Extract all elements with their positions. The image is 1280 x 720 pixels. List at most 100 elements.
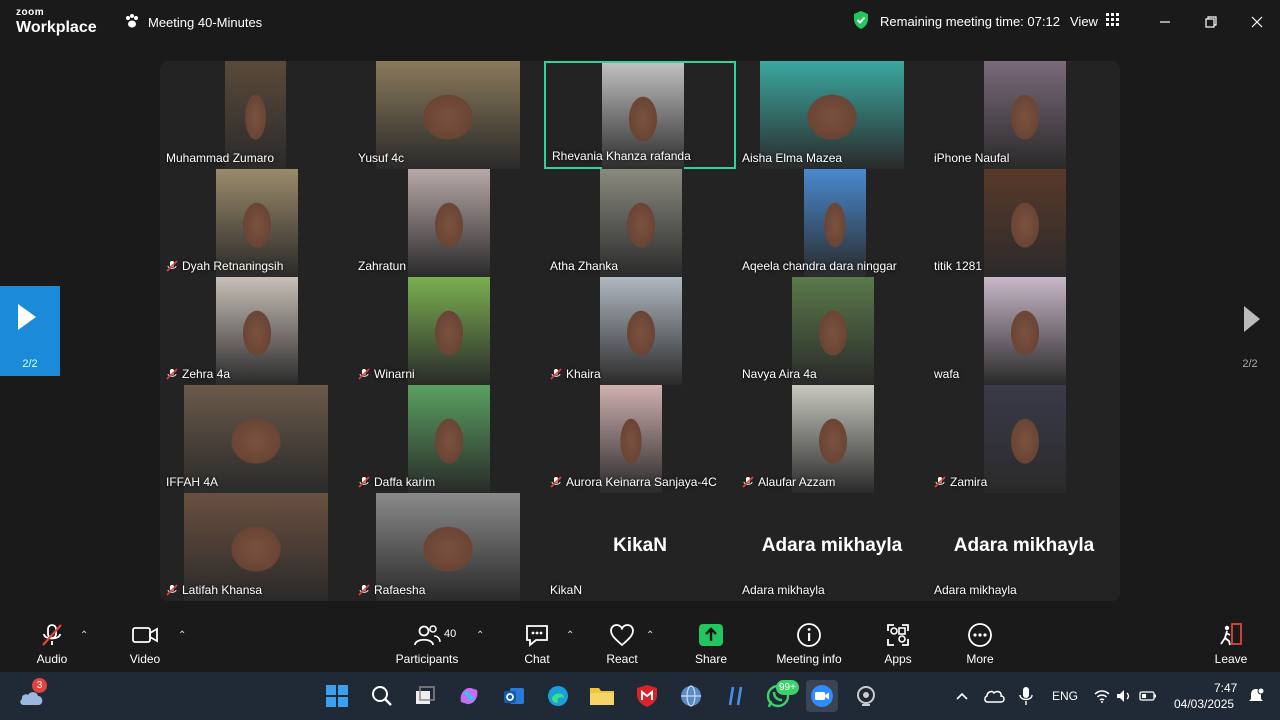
participant-tile[interactable]: Latifah Khansa (160, 493, 352, 601)
view-button[interactable]: View (1070, 11, 1120, 31)
meeting-title-button[interactable]: Meeting 40-Minutes (124, 12, 262, 32)
participant-name: iPhone Naufal (934, 151, 1009, 165)
share-arrow-icon (671, 620, 751, 650)
participant-tile[interactable]: Dyah Retnaningsih (160, 169, 352, 277)
participant-tile[interactable]: Rafaesha (352, 493, 544, 601)
paw-icon (124, 13, 140, 32)
participant-name-text: wafa (934, 367, 960, 381)
participant-tile[interactable]: iPhone Naufal (928, 61, 1120, 169)
weather-badge: 3 (32, 678, 47, 693)
participant-tile[interactable]: Atha Zhanka (544, 169, 736, 277)
participant-tile[interactable]: Zamira (928, 385, 1120, 493)
participant-name-text: Atha Zhanka (550, 259, 619, 273)
share-button[interactable]: Share (671, 620, 751, 666)
participants-options-chevron-icon[interactable]: ⌃ (476, 630, 484, 641)
chat-button[interactable]: Chat (497, 620, 577, 666)
participant-tile[interactable]: Navya Aira 4a (736, 277, 928, 385)
copilot-button[interactable] (453, 680, 485, 712)
next-page-button[interactable]: 2/2 (1220, 286, 1280, 376)
zoom-taskbar-button[interactable] (806, 680, 838, 712)
more-label: More (966, 652, 994, 666)
view-label: View (1070, 13, 1098, 29)
participant-tile[interactable]: wafa (928, 277, 1120, 385)
participant-tile[interactable]: Zehra 4a (160, 277, 352, 385)
participant-name: Zamira (934, 475, 987, 489)
hash-app-button[interactable] (720, 680, 752, 712)
mcafee-button[interactable] (631, 680, 663, 712)
microphone-icon (1019, 687, 1033, 705)
participant-tile[interactable]: Rhevania Khanza rafanda (544, 61, 736, 171)
participant-name: Adara mikhayla (742, 583, 825, 597)
outlook-button[interactable] (498, 680, 530, 712)
notifications-button[interactable] (1240, 680, 1272, 712)
task-view-button[interactable] (409, 680, 441, 712)
participant-tile[interactable]: Khaira (544, 277, 736, 385)
brand-bottom: Workplace (16, 19, 97, 36)
search-button[interactable] (366, 680, 398, 712)
minimize-button[interactable] (1153, 10, 1177, 34)
participant-tile[interactable]: Adara mikhayla Adara mikhayla (736, 493, 928, 601)
participant-tile[interactable]: Winarni (352, 277, 544, 385)
meeting-info-button[interactable]: Meeting info (769, 620, 849, 666)
participant-tile[interactable]: Muhammad Zumaro (160, 61, 352, 169)
participant-name: titik 1281 (934, 259, 982, 273)
participant-video (408, 169, 490, 277)
apps-button[interactable]: Apps (858, 620, 938, 666)
language-indicator[interactable]: ENG (1052, 689, 1078, 703)
weather-widget[interactable]: 3 (16, 678, 48, 712)
show-hidden-icons-button[interactable] (946, 680, 978, 712)
react-options-chevron-icon[interactable]: ⌃ (646, 630, 654, 641)
participant-name: Aurora Keinarra Sanjaya-4C (550, 475, 717, 489)
participant-tile[interactable]: Zahratun (352, 169, 544, 277)
webcam-icon (857, 686, 875, 706)
participant-tile[interactable]: Aurora Keinarra Sanjaya-4C (544, 385, 736, 493)
battery-button[interactable] (1132, 680, 1164, 712)
globe-app-button[interactable] (675, 680, 707, 712)
participant-tile[interactable]: Daffa karim (352, 385, 544, 493)
mic-muted-icon (166, 260, 178, 272)
participant-tile[interactable]: Adara mikhayla Adara mikhayla (928, 493, 1120, 601)
search-icon (372, 686, 392, 706)
audio-options-chevron-icon[interactable]: ⌃ (80, 630, 88, 641)
clock-time[interactable]: 7:47 (1214, 681, 1237, 695)
task-view-icon (416, 686, 435, 704)
file-explorer-button[interactable] (586, 680, 618, 712)
participant-video (600, 277, 682, 385)
clock-date[interactable]: 04/03/2025 (1174, 697, 1234, 711)
leave-button[interactable]: Leave (1191, 620, 1271, 666)
participant-name-text: Zehra 4a (182, 367, 231, 381)
participant-name: Winarni (358, 367, 415, 381)
previous-page-button[interactable]: 2/2 (0, 286, 60, 376)
microphone-tray-button[interactable] (1010, 680, 1042, 712)
audio-button[interactable]: Audio (12, 620, 92, 666)
participant-tile[interactable]: Aqeela chandra dara ninggar (736, 169, 928, 277)
participant-tile[interactable]: Alaufar Azzam (736, 385, 928, 493)
participant-video (984, 277, 1066, 385)
participant-tile[interactable]: titik 1281 (928, 169, 1120, 277)
edge-button[interactable] (542, 680, 574, 712)
video-options-chevron-icon[interactable]: ⌃ (178, 630, 186, 641)
restore-button[interactable] (1199, 10, 1223, 34)
windows-taskbar: 3 99+ ENG 7:47 04/03/2025 (0, 672, 1280, 720)
video-button[interactable]: Video (105, 620, 185, 666)
more-button[interactable]: More (940, 620, 1020, 666)
participants-button[interactable]: Participants (387, 620, 467, 666)
page-indicator-left: 2/2 (22, 358, 38, 370)
participant-tile[interactable]: Yusuf 4c (352, 61, 544, 169)
info-icon (769, 620, 849, 650)
onedrive-button[interactable] (978, 680, 1010, 712)
close-button[interactable] (1245, 10, 1269, 34)
chat-options-chevron-icon[interactable]: ⌃ (566, 630, 574, 641)
participant-tile[interactable]: Aisha Elma Mazea (736, 61, 928, 169)
start-button[interactable] (321, 680, 353, 712)
participant-tile[interactable]: IFFAH 4A (160, 385, 352, 493)
react-button[interactable]: React (582, 620, 662, 666)
mic-muted-icon (166, 584, 178, 596)
shield-check-icon (852, 10, 870, 33)
participant-tile[interactable]: KikaN KikaN (544, 493, 736, 601)
notification-bell-icon (1249, 687, 1265, 701)
whatsapp-button[interactable]: 99+ (762, 680, 799, 712)
participant-name: Rhevania Khanza rafanda (552, 149, 691, 163)
camera-app-button[interactable] (850, 680, 882, 712)
video-camera-icon (105, 620, 185, 650)
